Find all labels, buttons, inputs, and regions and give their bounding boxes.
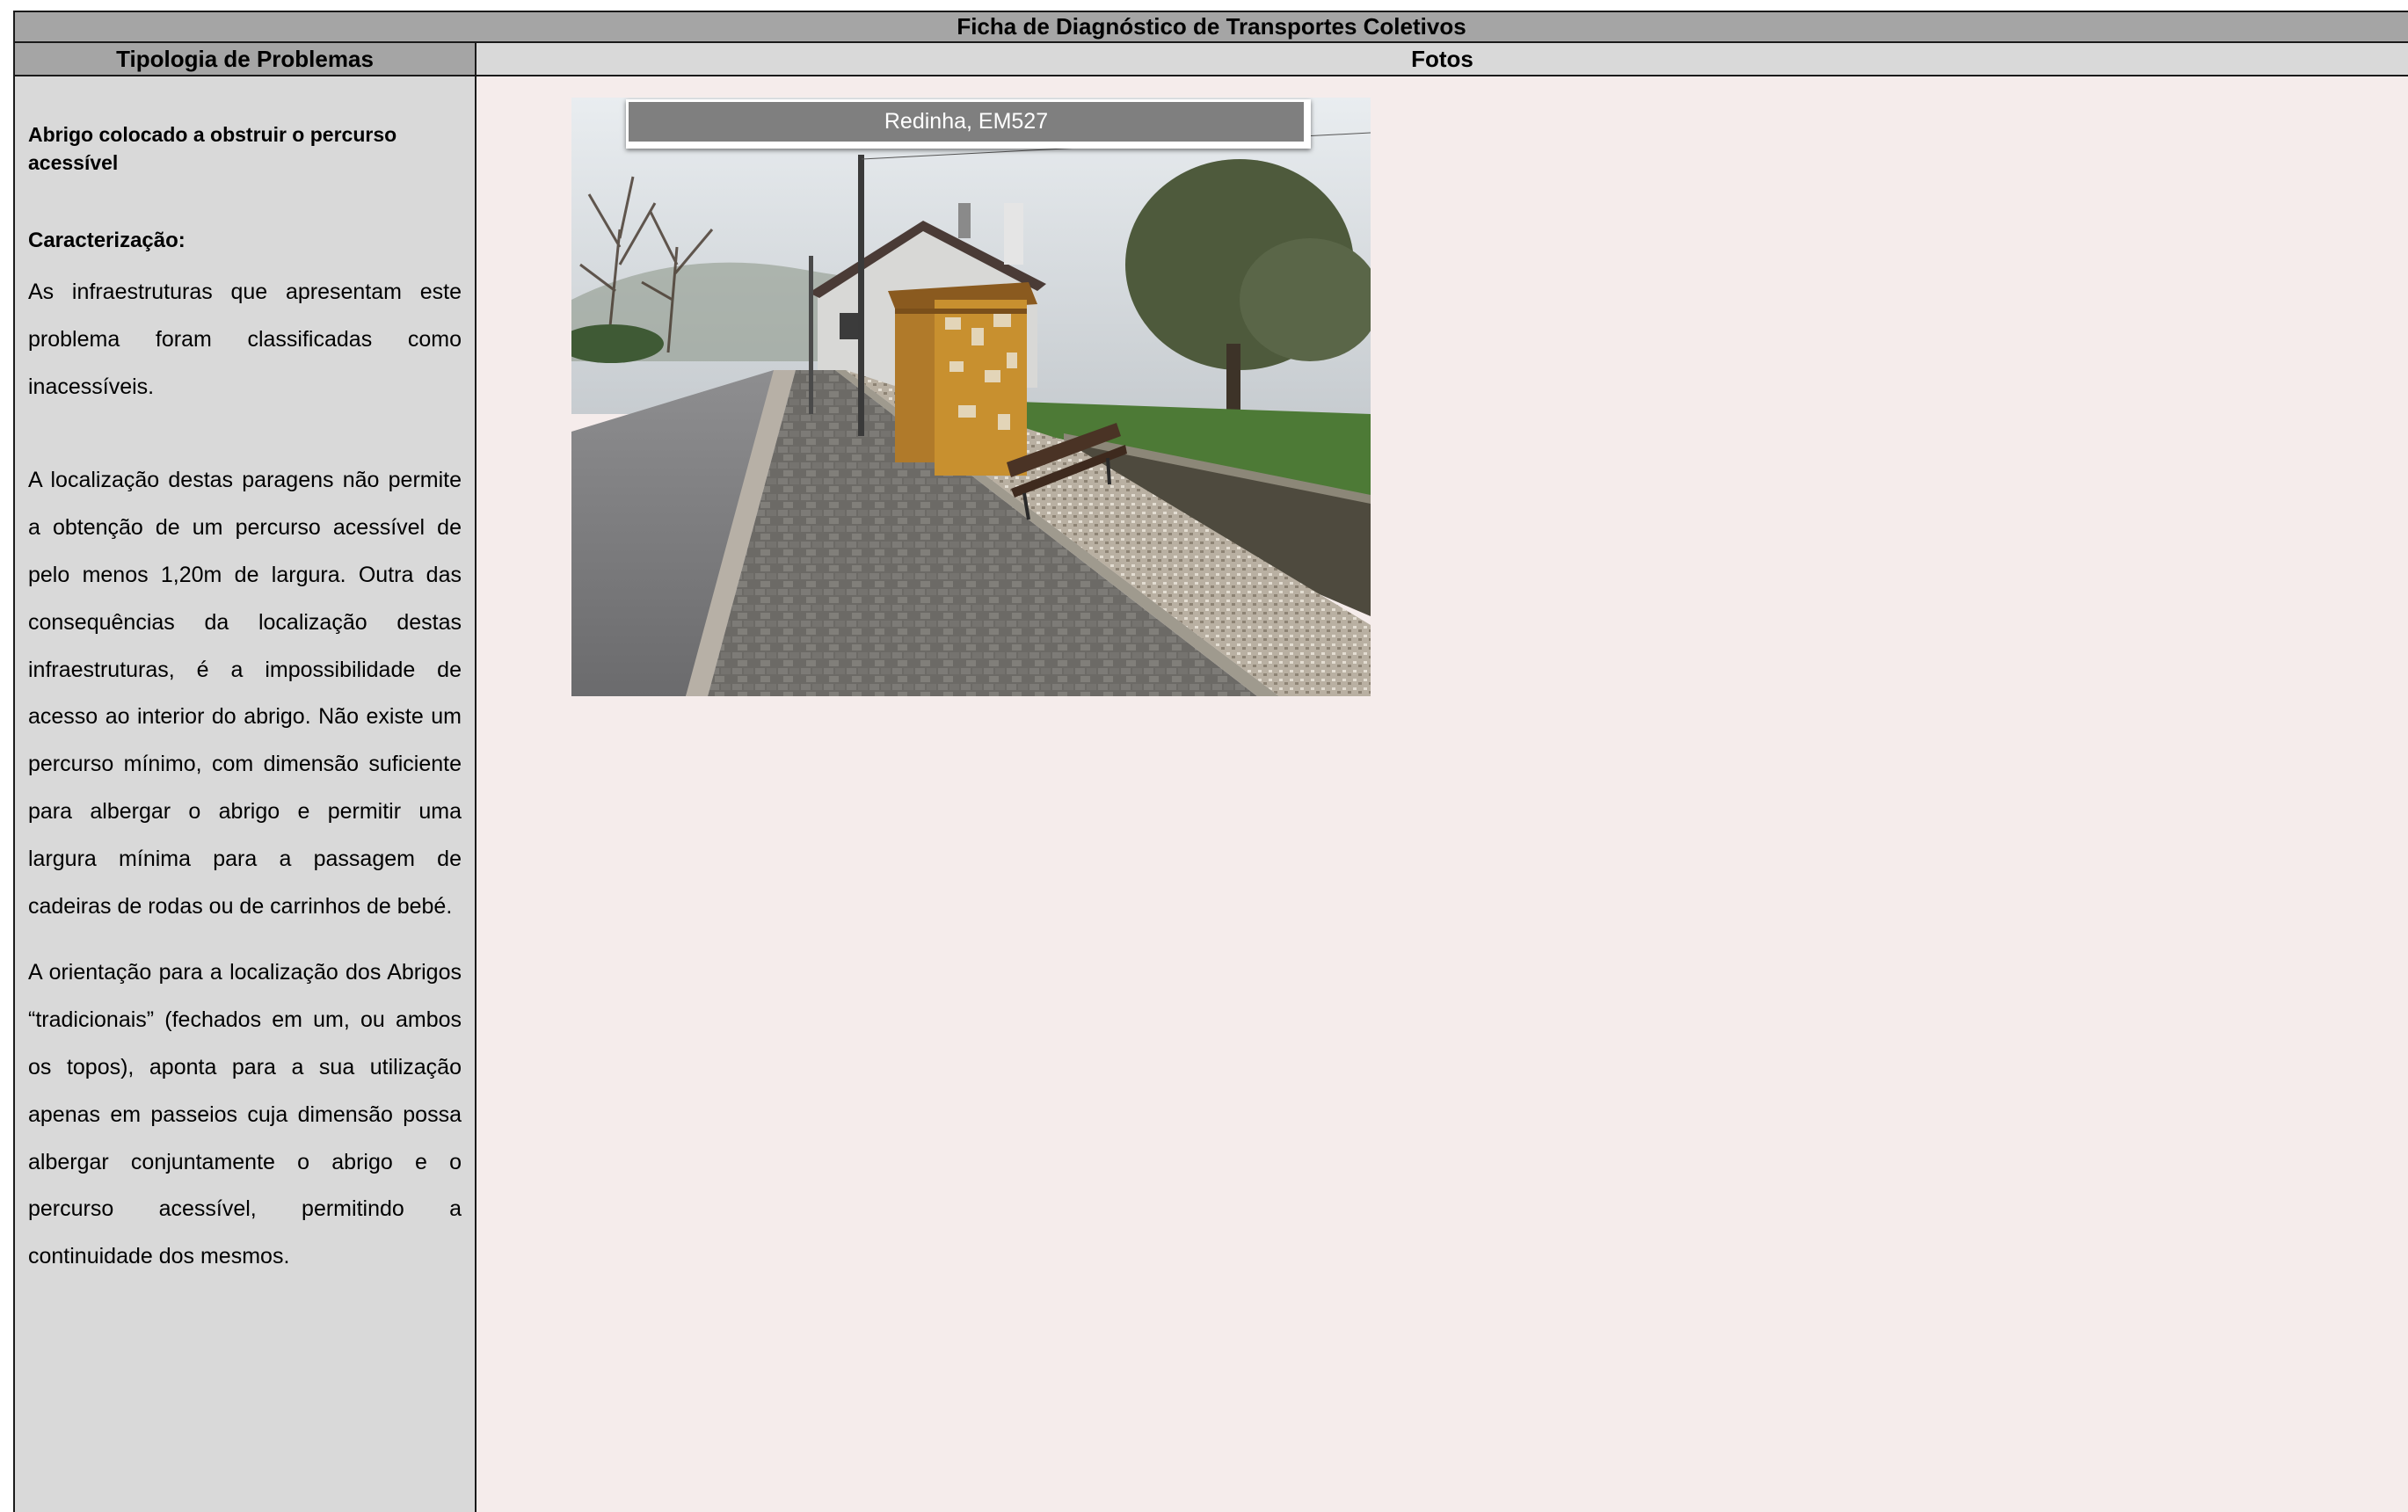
problem-panel: Abrigo colocado a obstruir o percurso ac… — [15, 76, 477, 1512]
photos-header: Fotos — [477, 43, 2408, 76]
characterization-label: Caracterização: — [28, 229, 186, 252]
photo-caption-frame: Redinha, EM527 — [626, 99, 1311, 149]
problem-title: Abrigo colocado a obstruir o percurso ac… — [28, 123, 397, 174]
sheet-title: Ficha de Diagnóstico de Transportes Cole… — [15, 12, 2408, 43]
photos-panel: Redinha, EM527 — [477, 76, 2408, 1512]
characterization-paragraph: As infraestruturas que apresentam este p… — [28, 280, 462, 399]
characterization-paragraph: A localização destas paragens não permit… — [28, 468, 462, 919]
diagnostic-sheet: Ficha de Diagnóstico de Transportes Cole… — [13, 11, 2408, 1512]
photo-caption: Redinha, EM527 — [629, 102, 1304, 142]
problem-typology-header: Tipologia de Problemas — [15, 43, 477, 76]
characterization-paragraph: A orientação para a localização dos Abri… — [28, 960, 462, 1269]
bus-stop-photo: Redinha, EM527 — [571, 98, 1371, 696]
